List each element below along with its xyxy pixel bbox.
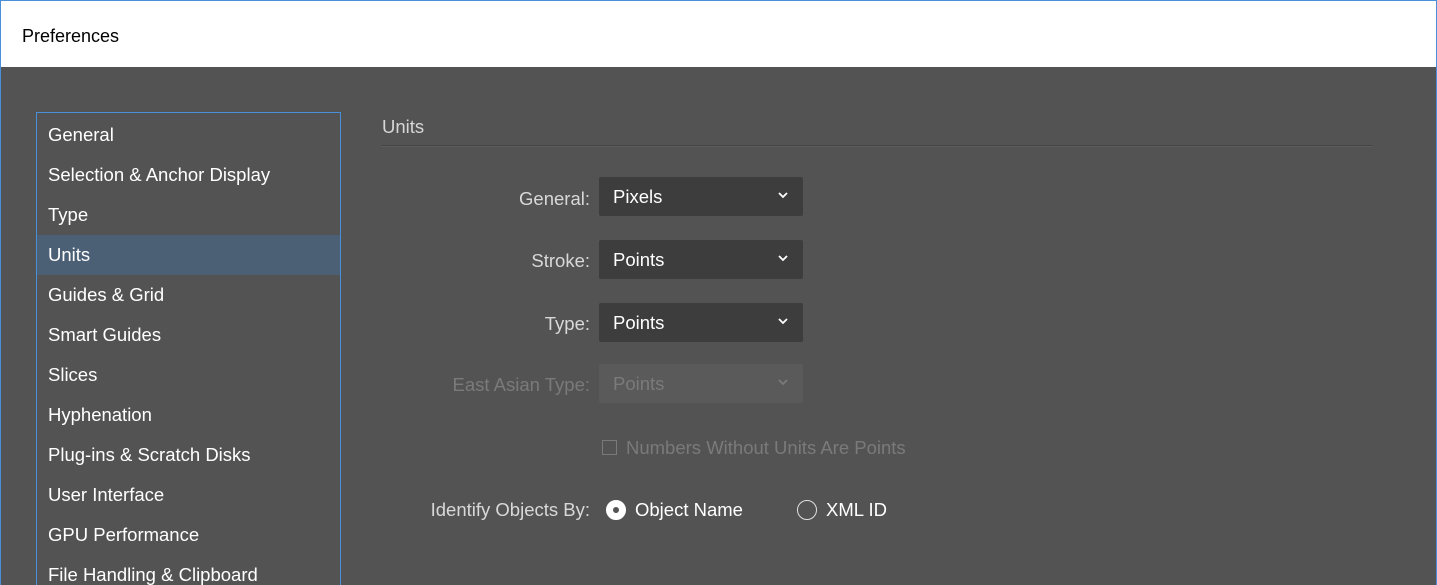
category-item-gpu-performance[interactable]: GPU Performance bbox=[37, 515, 340, 555]
category-item-guides-grid[interactable]: Guides & Grid bbox=[37, 275, 340, 315]
stroke-units-dropdown[interactable]: Points bbox=[599, 240, 803, 279]
chevron-down-icon bbox=[778, 192, 788, 199]
category-item-type[interactable]: Type bbox=[37, 195, 340, 235]
category-item-units[interactable]: Units bbox=[37, 235, 340, 275]
chevron-down-icon bbox=[778, 255, 788, 262]
east-asian-type-dropdown: Points bbox=[599, 364, 803, 403]
xml-id-radio[interactable] bbox=[797, 500, 817, 520]
east-asian-type-label: East Asian Type: bbox=[452, 374, 590, 395]
general-units-dropdown[interactable]: Pixels bbox=[599, 177, 803, 216]
dialog-body: General Selection & Anchor Display Type … bbox=[1, 67, 1436, 585]
section-divider bbox=[382, 145, 1372, 147]
category-item-hyphenation[interactable]: Hyphenation bbox=[37, 395, 340, 435]
type-units-dropdown[interactable]: Points bbox=[599, 303, 803, 342]
type-units-label: Type: bbox=[544, 313, 590, 334]
category-item-user-interface[interactable]: User Interface bbox=[37, 475, 340, 515]
category-list[interactable]: General Selection & Anchor Display Type … bbox=[36, 112, 341, 585]
east-asian-type-value: Points bbox=[613, 373, 665, 394]
chevron-down-icon bbox=[778, 318, 788, 325]
numbers-without-units-label: Numbers Without Units Are Points bbox=[626, 437, 906, 458]
category-item-smart-guides[interactable]: Smart Guides bbox=[37, 315, 340, 355]
category-item-selection-anchor-display[interactable]: Selection & Anchor Display bbox=[37, 155, 340, 195]
stroke-units-value: Points bbox=[613, 249, 665, 270]
object-name-radio-label[interactable]: Object Name bbox=[635, 499, 743, 521]
category-item-general[interactable]: General bbox=[37, 115, 340, 155]
window-title: Preferences bbox=[22, 26, 120, 46]
preferences-window: Preferences General Selection & Anchor D… bbox=[0, 0, 1437, 585]
identify-objects-label: Identify Objects By: bbox=[430, 499, 590, 520]
xml-id-radio-label[interactable]: XML ID bbox=[826, 499, 887, 521]
general-units-value: Pixels bbox=[613, 186, 663, 207]
chevron-down-icon bbox=[778, 379, 788, 386]
title-bar: Preferences bbox=[1, 1, 1436, 67]
category-item-slices[interactable]: Slices bbox=[37, 355, 340, 395]
category-item-file-handling-clipboard[interactable]: File Handling & Clipboard bbox=[37, 555, 340, 585]
numbers-without-units-checkbox bbox=[602, 440, 617, 455]
stroke-units-label: Stroke: bbox=[531, 250, 590, 271]
category-item-plugins-scratch-disks[interactable]: Plug-ins & Scratch Disks bbox=[37, 435, 340, 475]
object-name-radio[interactable] bbox=[606, 500, 626, 520]
general-units-label: General: bbox=[519, 188, 590, 209]
section-title: Units bbox=[382, 116, 425, 137]
type-units-value: Points bbox=[613, 312, 665, 333]
